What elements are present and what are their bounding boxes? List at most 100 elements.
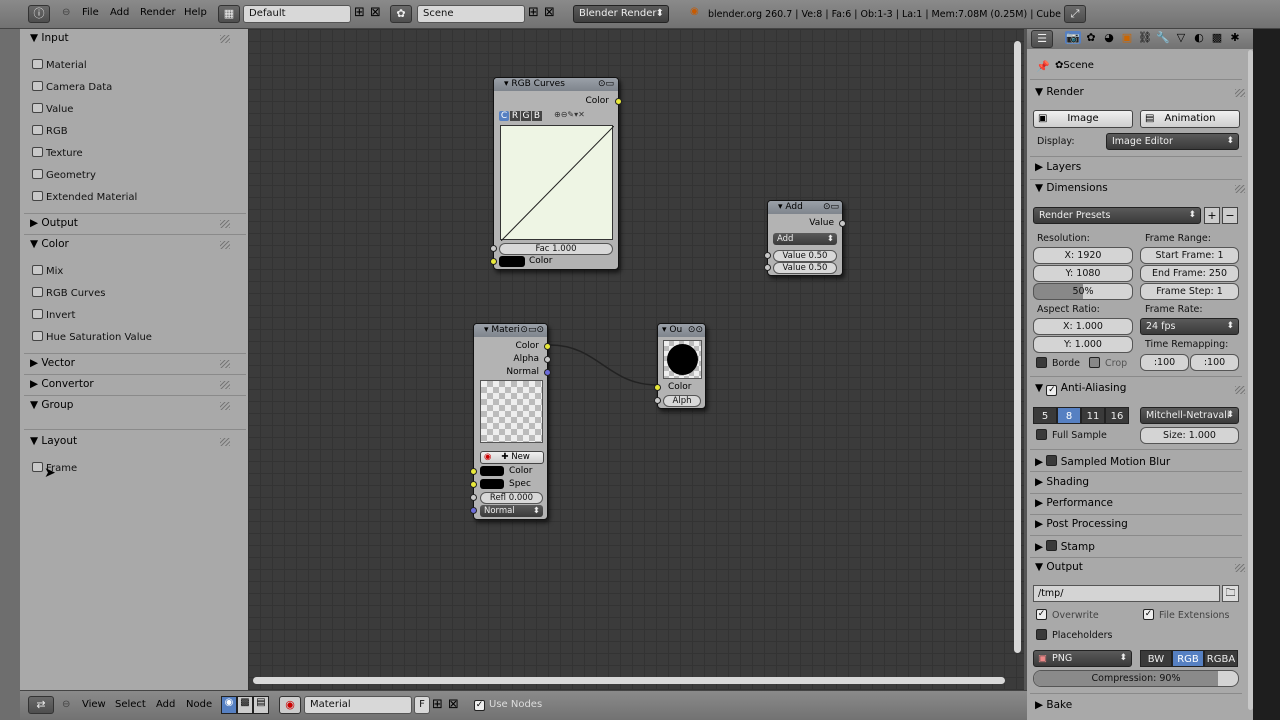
menu-node[interactable]: Node <box>186 699 212 710</box>
drag-grip-icon[interactable] <box>220 220 230 228</box>
node-header[interactable]: ▾ Materi ⊙▭⊙ <box>474 324 547 337</box>
use-nodes-checkbox[interactable]: ✓ <box>474 700 485 711</box>
antialiasing-checkbox[interactable]: ✓ <box>1046 385 1058 396</box>
add-preset-icon[interactable]: + <box>1204 207 1220 224</box>
data-tab-icon[interactable]: ▽ <box>1173 31 1189 44</box>
panel-output-header[interactable]: ▼ Output <box>1035 561 1083 573</box>
color-swatch[interactable] <box>480 466 504 476</box>
placeholders-checkbox[interactable] <box>1036 629 1047 640</box>
output-path-field[interactable]: /tmp/ <box>1033 585 1220 602</box>
panel-motion-blur-header[interactable]: ▶ Sampled Motion Blur <box>1035 455 1170 468</box>
node-item-mix[interactable]: Mix <box>32 265 63 277</box>
drag-grip-icon[interactable] <box>220 360 230 368</box>
display-dropdown[interactable]: Image Editor <box>1106 133 1239 150</box>
drag-grip-icon[interactable] <box>220 35 230 43</box>
node-options-icon[interactable]: ⊙▭ <box>598 78 614 91</box>
panel-convertor-header[interactable]: ▶ Convertor <box>30 378 94 390</box>
panel-group-header[interactable]: ▼ Group <box>30 399 73 411</box>
color-input-socket[interactable] <box>490 258 497 265</box>
node-item-extended-material[interactable]: Extended Material <box>32 191 137 203</box>
resolution-y-field[interactable]: Y: 1080 <box>1033 265 1133 282</box>
remove-preset-icon[interactable]: − <box>1222 207 1238 224</box>
menu-file[interactable]: File <box>82 7 99 18</box>
refl-input-socket[interactable] <box>470 494 477 501</box>
output-node[interactable]: ▾ Ou ⊙⊙ Color Alph <box>654 323 706 409</box>
object-tab-icon[interactable]: ▣ <box>1119 31 1135 44</box>
render-presets-dropdown[interactable]: Render Presets <box>1033 207 1201 224</box>
constraints-tab-icon[interactable]: ⛓ <box>1137 31 1153 44</box>
panel-performance-header[interactable]: ▶ Performance <box>1035 497 1113 509</box>
add-material-icon[interactable]: ⊞ <box>432 697 443 712</box>
resolution-percentage-slider[interactable]: 50% <box>1033 283 1133 300</box>
new-material-button[interactable]: ◉ ✚ New <box>480 451 544 464</box>
layout-field[interactable]: Default <box>243 5 351 23</box>
add-math-node[interactable]: ▾ Add ⊙▭ Value Add ⬍ Value 0.50 Value 0.50 <box>764 200 846 276</box>
menu-add[interactable]: Add <box>156 699 175 710</box>
output-normal-socket[interactable] <box>544 369 551 376</box>
alpha-input-socket[interactable] <box>654 397 661 404</box>
world-tab-icon[interactable]: ◕ <box>1101 31 1117 44</box>
aa-samples-16[interactable]: 16 <box>1105 407 1129 424</box>
drag-grip-icon[interactable] <box>1235 185 1245 193</box>
scene-tab-icon[interactable]: ✿ <box>1083 31 1099 44</box>
remove-material-icon[interactable]: ⊠ <box>448 697 459 712</box>
folder-icon[interactable]: 🗀 <box>1222 585 1239 602</box>
border-checkbox[interactable] <box>1036 357 1047 368</box>
panel-color-header[interactable]: ▼ Color <box>30 238 69 250</box>
value2-socket[interactable] <box>764 264 771 271</box>
color-mode-rgba[interactable]: RGBA <box>1204 650 1238 667</box>
drag-grip-icon[interactable] <box>220 402 230 410</box>
start-frame-field[interactable]: Start Frame: 1 <box>1140 247 1239 264</box>
resolution-x-field[interactable]: X: 1920 <box>1033 247 1133 264</box>
remap-old-field[interactable]: :100 <box>1140 354 1189 371</box>
value1-field[interactable]: Value 0.50 <box>773 250 837 262</box>
fac-field[interactable]: Fac 1.000 <box>499 243 613 255</box>
frame-rate-dropdown[interactable]: 24 fps <box>1140 318 1239 335</box>
drag-grip-icon[interactable] <box>220 241 230 249</box>
node-item-hue-saturation-value[interactable]: Hue Saturation Value <box>32 331 152 343</box>
tab-channel-c[interactable]: C <box>499 111 509 121</box>
output-socket[interactable] <box>615 98 622 105</box>
menu-add[interactable]: Add <box>110 7 129 18</box>
normal-input-socket[interactable] <box>470 507 477 514</box>
panel-input-header[interactable]: ▼ Input <box>30 32 69 44</box>
tab-channel-r[interactable]: R <box>510 111 520 121</box>
node-editor-canvas[interactable]: ▾ RGB Curves ⊙▭ Color C R G B ⊕⊖✎▾✕ Fac 1… <box>248 29 1024 690</box>
node-item-value[interactable]: Value <box>32 103 73 115</box>
panel-bake-header[interactable]: ▶ Bake <box>1035 699 1072 711</box>
remap-new-field[interactable]: :100 <box>1190 354 1239 371</box>
panel-post-processing-header[interactable]: ▶ Post Processing <box>1035 518 1128 530</box>
add-layout-icon[interactable]: ⊞ <box>354 5 365 20</box>
render-tab-icon[interactable]: 📷 <box>1065 31 1081 44</box>
color-input-socket[interactable] <box>470 468 477 475</box>
frame-step-field[interactable]: Frame Step: 1 <box>1140 283 1239 300</box>
pin-icon[interactable]: 📌 <box>1036 60 1050 73</box>
render-image-button[interactable]: ▣ Image <box>1033 110 1133 128</box>
alpha-field[interactable]: Alph <box>663 395 701 407</box>
fullscreen-icon[interactable]: ⤢ <box>1064 5 1086 23</box>
panel-antialiasing-header[interactable]: ▼ ✓ Anti-Aliasing <box>1035 382 1126 396</box>
node-header[interactable]: ▾ Add ⊙▭ <box>768 201 842 214</box>
particles-tab-icon[interactable]: ✱ <box>1227 31 1243 44</box>
normal-dropdown[interactable]: Normal ⬍ <box>480 505 543 517</box>
full-sample-checkbox[interactable] <box>1036 429 1047 440</box>
output-alpha-socket[interactable] <box>544 356 551 363</box>
node-header[interactable]: ▾ Ou ⊙⊙ <box>658 324 705 337</box>
vertical-scrollbar[interactable] <box>1014 41 1021 653</box>
tab-channel-g[interactable]: G <box>521 111 531 121</box>
horizontal-scrollbar[interactable] <box>253 677 1005 684</box>
aa-samples-11[interactable]: 11 <box>1081 407 1105 424</box>
crop-checkbox[interactable] <box>1089 357 1100 368</box>
menu-view[interactable]: View <box>82 699 106 710</box>
stamp-checkbox[interactable] <box>1046 540 1058 551</box>
motion-blur-checkbox[interactable] <box>1046 455 1058 466</box>
node-options-icon[interactable]: ⊙▭⊙ <box>520 324 544 337</box>
overwrite-checkbox[interactable]: ✓ <box>1036 609 1047 620</box>
editor-type-button[interactable]: ☰ <box>1031 30 1053 48</box>
node-header[interactable]: ▾ RGB Curves ⊙▭ <box>494 78 618 91</box>
aa-samples-5[interactable]: 5 <box>1033 407 1057 424</box>
scene-icon[interactable]: ✿ <box>390 5 412 23</box>
panel-vector-header[interactable]: ▶ Vector <box>30 357 75 369</box>
color-swatch[interactable] <box>499 256 525 267</box>
node-item-rgb[interactable]: RGB <box>32 125 68 137</box>
